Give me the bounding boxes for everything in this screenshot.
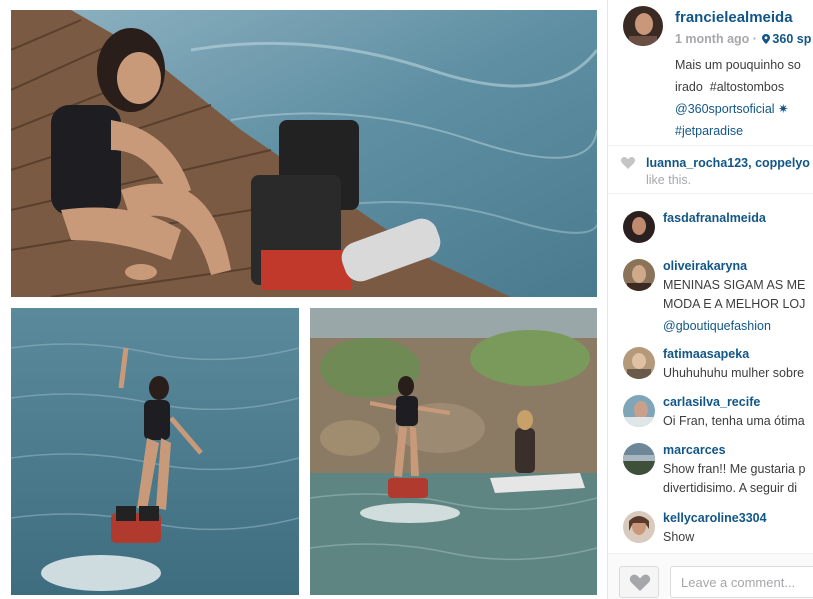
commenter-username[interactable]: carlasilva_recife xyxy=(663,395,760,409)
caption-hashtag[interactable]: #jetparadise xyxy=(675,120,813,142)
commenter-avatar[interactable] xyxy=(623,211,655,243)
heart-icon xyxy=(621,157,635,169)
comment-text: Show fran!! Me gustaria p xyxy=(663,462,806,476)
commenter-avatar[interactable] xyxy=(623,443,655,475)
commenter-username[interactable]: fatimaasapeka xyxy=(663,347,749,361)
commenter-avatar[interactable] xyxy=(623,395,655,427)
comment-text: Uhuhuhuhu mulher sobre xyxy=(663,366,805,380)
comment-mention[interactable]: @gboutiquefashion xyxy=(663,319,771,333)
author-avatar[interactable] xyxy=(623,6,663,46)
post-photo-flyboard-1[interactable] xyxy=(11,308,299,595)
comment-item: fasdafranalmeida ⁣⁣⁣⁣ xyxy=(608,211,813,251)
caption-line: Mais um pouquinho so xyxy=(675,58,801,72)
commenter-avatar[interactable] xyxy=(623,347,655,379)
likes-summary: luanna_rocha123, coppelyo like this. xyxy=(608,146,813,194)
caption-mention[interactable]: @360sportsoficial ✷⁣⁣ xyxy=(675,98,813,120)
commenter-avatar-image xyxy=(623,443,655,475)
likers-list[interactable]: luanna_rocha123, coppelyo xyxy=(646,156,810,170)
post-photo-dock[interactable] xyxy=(11,10,597,297)
map-pin-icon xyxy=(762,34,771,44)
comment-item: marcarces Show fran!! Me gustaria p dive… xyxy=(608,443,813,503)
photo-flyboard-shore-illustration xyxy=(310,308,597,595)
comment-text: Show ⁣⁣⁣⁣ xyxy=(663,530,698,544)
comment-item: oliveirakaryna MENINAS SIGAM AS ME MODA … xyxy=(608,259,813,339)
meta-separator: · xyxy=(749,32,761,46)
post-caption: Mais um pouquinho so irado ⁣⁣ #altostomb… xyxy=(675,54,813,142)
post-meta: 1 month ago · 360 sp xyxy=(675,32,811,46)
comment-item: carlasilva_recife Oi Fran, tenha uma óti… xyxy=(608,395,813,435)
comment-item: fatimaasapeka Uhuhuhuhu mulher sobre xyxy=(608,347,813,387)
commenter-avatar-image xyxy=(623,395,655,427)
post-header: francielealmeida 1 month ago · 360 sp Ma… xyxy=(608,0,813,146)
post-details-panel: francielealmeida 1 month ago · 360 sp Ma… xyxy=(607,0,813,599)
commenter-username[interactable]: oliveirakaryna xyxy=(663,259,747,273)
photo-flyboard-illustration xyxy=(11,308,299,595)
comment-input[interactable] xyxy=(670,566,813,598)
author-username[interactable]: francielealmeida xyxy=(675,9,793,26)
likes-suffix: like this. xyxy=(646,173,692,187)
photo-dock-illustration xyxy=(11,10,597,297)
commenter-username[interactable]: fasdafranalmeida xyxy=(663,211,766,225)
photo-collage xyxy=(0,0,607,599)
commenter-username[interactable]: kellycaroline3304 xyxy=(663,511,767,525)
caption-line: irado ⁣⁣ #altostombos xyxy=(675,80,785,94)
post-location[interactable]: 360 sp xyxy=(772,32,811,46)
commenter-avatar-image xyxy=(623,211,655,243)
commenter-avatar-image xyxy=(623,347,655,379)
post-time-ago[interactable]: 1 month ago xyxy=(675,32,749,46)
like-button[interactable] xyxy=(619,566,659,598)
comment-item: kellycaroline3304 Show ⁣⁣⁣⁣ xyxy=(608,511,813,551)
comment-text: Oi Fran, tenha uma ótima xyxy=(663,414,805,428)
commenter-avatar-image xyxy=(623,259,655,291)
commenter-avatar[interactable] xyxy=(623,511,655,543)
comment-text: MENINAS SIGAM AS ME xyxy=(663,278,806,292)
commenter-avatar-image xyxy=(623,511,655,543)
commenter-username[interactable]: marcarces xyxy=(663,443,726,457)
commenter-avatar[interactable] xyxy=(623,259,655,291)
author-avatar-image xyxy=(623,6,663,46)
heart-outline-icon xyxy=(629,574,651,591)
comment-text: divertidisimo. A seguir di xyxy=(663,481,798,495)
comment-footer xyxy=(608,553,813,599)
post-photo-flyboard-2[interactable] xyxy=(310,308,597,595)
comment-text: MODA E A MELHOR LOJ xyxy=(663,297,806,311)
